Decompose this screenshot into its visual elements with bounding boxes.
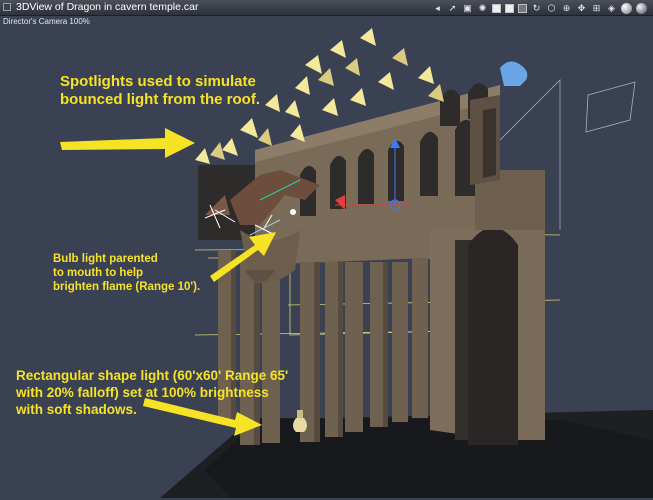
3d-view-window: 3DView of Dragon in cavern temple.car ◂ … — [0, 0, 653, 500]
rect-light-annotation: Rectangular shape light (60'x60' Range 6… — [16, 367, 288, 418]
scale-icon[interactable]: ⬡ — [546, 3, 557, 14]
spotlights-annotation: Spotlights used to simulate bounced ligh… — [60, 73, 260, 109]
rotate-icon[interactable]: ↻ — [531, 3, 542, 14]
grid-icon[interactable]: ⊞ — [591, 3, 602, 14]
blue-object — [500, 61, 528, 86]
light-icon[interactable]: ✺ — [477, 3, 488, 14]
window-title: 3DView of Dragon in cavern temple.car — [16, 1, 199, 13]
cube-icon[interactable]: ◈ — [606, 3, 617, 14]
annotation-line: with soft shadows. — [16, 402, 137, 417]
render-square-icon[interactable] — [505, 3, 514, 13]
pointer-icon[interactable]: ➚ — [447, 3, 458, 14]
3d-viewport[interactable]: Spotlights used to simulate bounced ligh… — [0, 15, 653, 500]
camera-label: Director's Camera 100% — [3, 17, 90, 26]
mute-icon[interactable]: ◂ — [432, 3, 443, 14]
view-toolbar: ◂ ➚ ▣ ✺ ↻ ⬡ ⊕ ✥ ⊞ ◈ — [432, 2, 647, 14]
annotation-line: Rectangular shape light (60'x60' Range 6… — [16, 368, 289, 383]
camera-icon[interactable]: ▣ — [462, 3, 473, 14]
render-square-dark-icon[interactable] — [518, 3, 527, 13]
annotation-line: Bulb light parented — [53, 253, 158, 265]
close-button[interactable] — [3, 3, 11, 11]
shaded-sphere-icon[interactable] — [636, 2, 647, 14]
sphere-icon[interactable] — [621, 2, 632, 14]
zoom-icon[interactable]: ⊕ — [561, 3, 572, 14]
annotation-line: brighten flame (Range 10'). — [53, 281, 201, 293]
annotation-line: to mouth to help — [53, 267, 144, 279]
bulb-annotation: Bulb light parented to mouth to help bri… — [53, 252, 200, 294]
annotation-line: Spotlights used to simulate — [60, 73, 256, 90]
annotation-line: bounced light from the roof. — [60, 91, 260, 108]
render-square-icon[interactable] — [492, 3, 501, 13]
title-bar[interactable]: 3DView of Dragon in cavern temple.car ◂ … — [0, 0, 653, 16]
pan-icon[interactable]: ✥ — [576, 3, 587, 14]
annotation-line: with 20% falloff) set at 100% brightness — [16, 385, 269, 400]
